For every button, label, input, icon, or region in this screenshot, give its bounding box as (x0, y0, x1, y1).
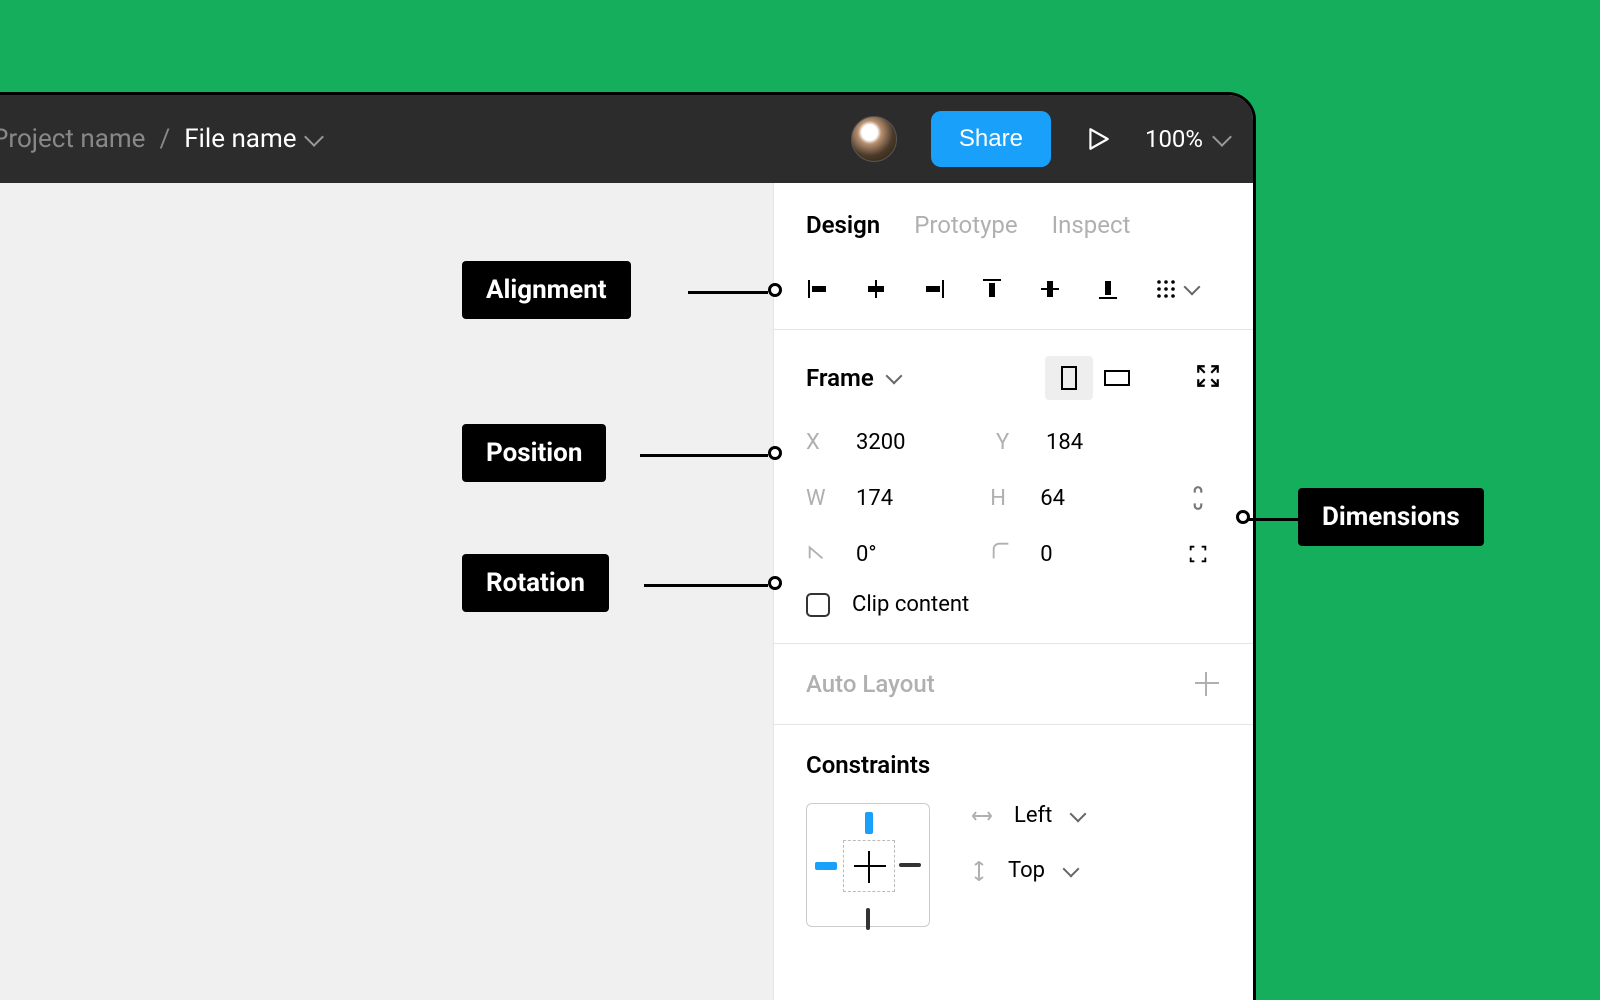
position-row: X 3200 Y 184 (806, 414, 1221, 470)
dimensions-row: W 174 H 64 (806, 470, 1221, 526)
rotation-row: 0° 0 (806, 526, 1221, 582)
zoom-value: 100% (1145, 125, 1203, 153)
align-h-center-icon[interactable] (864, 277, 888, 301)
frame-section: Frame X 3200 (774, 330, 1253, 644)
constraint-h-value: Left (1014, 803, 1052, 828)
h-label: H (990, 486, 1018, 511)
clip-content-label: Clip content (852, 592, 969, 617)
chevron-down-icon (1070, 805, 1087, 822)
align-right-icon[interactable] (922, 277, 946, 301)
titlebar-actions: Share 100% (851, 111, 1229, 167)
align-bottom-icon[interactable] (1096, 277, 1120, 301)
canvas[interactable] (0, 183, 773, 1000)
chevron-down-icon (1184, 279, 1201, 296)
y-label: Y (996, 430, 1024, 455)
frame-type-label[interactable]: Frame (806, 364, 874, 392)
rotation-icon (806, 540, 834, 568)
constraint-v-value: Top (1008, 858, 1045, 883)
share-button[interactable]: Share (931, 111, 1051, 167)
tab-design[interactable]: Design (806, 211, 880, 239)
chevron-down-icon (1062, 860, 1079, 877)
file-name[interactable]: File name (184, 124, 320, 154)
alignment-row (774, 267, 1253, 330)
annotation-position: Position (462, 424, 606, 482)
corner-radius-icon (990, 540, 1018, 568)
clip-content-checkbox[interactable] (806, 593, 830, 617)
panel-tabs: Design Prototype Inspect (774, 183, 1253, 267)
x-label: X (806, 430, 834, 455)
constraints-section: Constraints Left (774, 725, 1253, 937)
corner-value[interactable]: 0 (1040, 542, 1052, 567)
annotation-alignment: Alignment (462, 261, 631, 319)
add-auto-layout-button[interactable] (1193, 670, 1221, 698)
annotation-rotation: Rotation (462, 554, 609, 612)
constraint-h-select[interactable]: Left (970, 803, 1084, 828)
titlebar: Project name / File name Share 100% (0, 95, 1253, 183)
project-name[interactable]: Project name (0, 124, 145, 154)
align-top-icon[interactable] (980, 277, 1004, 301)
orientation-landscape[interactable] (1093, 356, 1141, 400)
constraint-left-indicator[interactable] (815, 862, 837, 870)
x-value[interactable]: 3200 (856, 430, 905, 455)
orientation-portrait[interactable] (1045, 356, 1093, 400)
constraint-bottom-indicator[interactable] (866, 908, 870, 930)
rotation-value[interactable]: 0° (856, 542, 877, 567)
play-icon[interactable] (1085, 126, 1111, 152)
align-left-icon[interactable] (806, 277, 830, 301)
auto-layout-title: Auto Layout (806, 670, 935, 698)
file-name-text: File name (184, 124, 296, 154)
align-v-center-icon[interactable] (1038, 277, 1062, 301)
avatar[interactable] (851, 116, 897, 162)
y-value[interactable]: 184 (1046, 430, 1083, 455)
clip-content-row[interactable]: Clip content (806, 582, 1221, 617)
breadcrumb-separator: / (159, 124, 170, 154)
properties-panel: Design Prototype Inspect (773, 183, 1253, 1000)
annotation-dimensions: Dimensions (1298, 488, 1484, 546)
chevron-down-icon (885, 368, 902, 385)
w-value[interactable]: 174 (856, 486, 893, 511)
link-aspect-icon[interactable] (1174, 485, 1221, 511)
constraint-v-select[interactable]: Top (970, 858, 1084, 883)
w-label: W (806, 486, 834, 511)
tidy-up-dropdown[interactable] (1154, 277, 1198, 301)
constraint-center-box[interactable] (843, 840, 895, 892)
constraints-title: Constraints (806, 751, 1221, 779)
constraint-top-indicator[interactable] (865, 812, 873, 834)
zoom-control[interactable]: 100% (1145, 125, 1229, 153)
auto-layout-section: Auto Layout (774, 644, 1253, 725)
chevron-down-icon (304, 127, 324, 147)
constraint-right-indicator[interactable] (899, 863, 921, 867)
resize-to-fit-icon[interactable] (1195, 363, 1221, 393)
h-value[interactable]: 64 (1040, 486, 1065, 511)
breadcrumb: Project name / File name (0, 124, 321, 154)
orientation-toggle (1045, 356, 1141, 400)
chevron-down-icon (1212, 127, 1232, 147)
tab-prototype[interactable]: Prototype (914, 211, 1017, 239)
independent-corners-icon[interactable] (1174, 543, 1221, 565)
app-window: Project name / File name Share 100% Desi… (0, 92, 1256, 1000)
constraints-widget[interactable] (806, 803, 930, 927)
tab-inspect[interactable]: Inspect (1052, 211, 1131, 239)
